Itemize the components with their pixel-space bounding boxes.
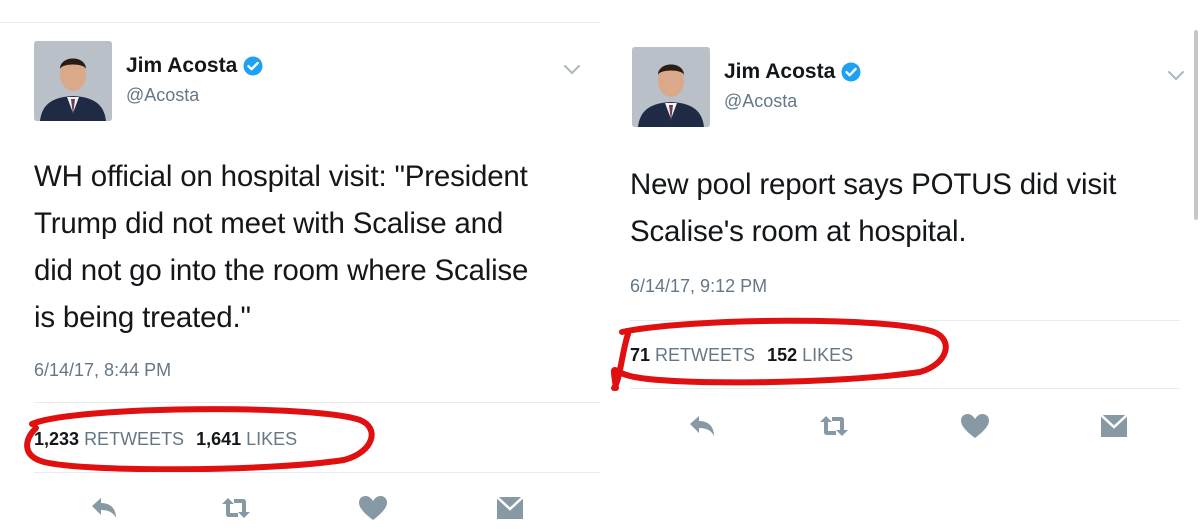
heart-icon[interactable]: [357, 494, 389, 522]
tweet-text-line: Scalise's room at hospital.: [630, 215, 967, 248]
scrollbar[interactable]: [1194, 30, 1198, 220]
chevron-down-icon[interactable]: [1167, 70, 1185, 82]
verified-badge-icon: [841, 62, 861, 82]
user-name[interactable]: Jim Acosta: [126, 54, 263, 78]
user-name-text: Jim Acosta: [126, 54, 238, 77]
reply-icon[interactable]: [686, 412, 718, 440]
retweet-icon[interactable]: [818, 412, 850, 440]
dm-icon[interactable]: [494, 494, 526, 522]
tweet-card-left: Jim Acosta @Acosta WH official on hospit…: [0, 0, 600, 532]
divider: [34, 472, 600, 473]
heart-icon[interactable]: [959, 412, 991, 440]
tweet-text-line: New pool report says POTUS did visit: [630, 168, 1117, 201]
user-handle[interactable]: @Acosta: [724, 91, 797, 112]
chevron-down-icon[interactable]: [563, 64, 581, 76]
tweet-text-line: Trump did not meet with Scalise and: [34, 207, 504, 240]
tweet-text-line: did not go into the room where Scalise: [34, 254, 529, 287]
red-annotation-circle: [610, 317, 949, 391]
avatar[interactable]: [34, 41, 112, 121]
tweet-text-line: WH official on hospital visit: "Presiden…: [34, 160, 528, 193]
tweet-text-line: is being treated.": [34, 301, 251, 334]
avatar-photo-icon: [34, 41, 112, 121]
dm-icon[interactable]: [1098, 412, 1130, 440]
tweet-text: WH official on hospital visit: "Presiden…: [34, 153, 528, 341]
avatar-photo-icon: [632, 47, 710, 127]
tweet-text: New pool report says POTUS did visit Sca…: [630, 161, 1116, 255]
user-name[interactable]: Jim Acosta: [724, 60, 861, 84]
user-handle[interactable]: @Acosta: [126, 85, 199, 106]
avatar[interactable]: [632, 47, 710, 127]
top-divider: [0, 22, 600, 23]
user-name-text: Jim Acosta: [724, 60, 836, 83]
divider: [630, 388, 1180, 389]
tweet-timestamp[interactable]: 6/14/17, 9:12 PM: [630, 276, 767, 297]
retweet-icon[interactable]: [220, 494, 252, 522]
tweet-card-right: Jim Acosta @Acosta New pool report says …: [600, 0, 1200, 532]
tweet-timestamp[interactable]: 6/14/17, 8:44 PM: [34, 360, 171, 381]
verified-badge-icon: [243, 56, 263, 76]
red-annotation-circle: [24, 406, 375, 473]
reply-icon[interactable]: [88, 494, 120, 522]
